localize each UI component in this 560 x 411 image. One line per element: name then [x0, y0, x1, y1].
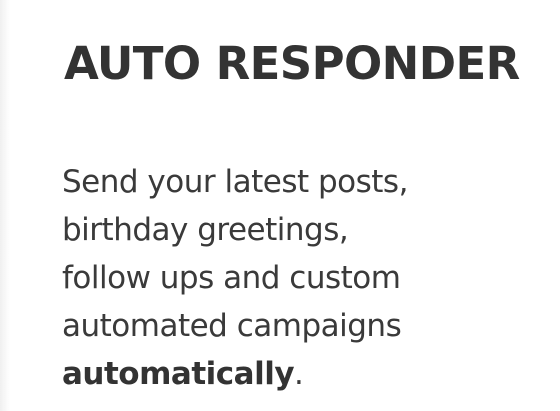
emphasis-word: automatically	[62, 356, 295, 392]
description-line-5: automatically.	[62, 350, 532, 398]
feature-description: Send your latest posts, birthday greetin…	[62, 158, 532, 398]
left-edge-shadow	[0, 0, 10, 411]
description-line-1: Send your latest posts,	[62, 164, 408, 200]
feature-title: AUTO RESPONDER	[64, 37, 520, 90]
description-line-3: follow ups and custom	[62, 260, 401, 296]
description-line-2: birthday greetings,	[62, 212, 349, 248]
description-line-4: automated campaigns	[62, 308, 402, 344]
trailing-period: .	[294, 356, 304, 392]
